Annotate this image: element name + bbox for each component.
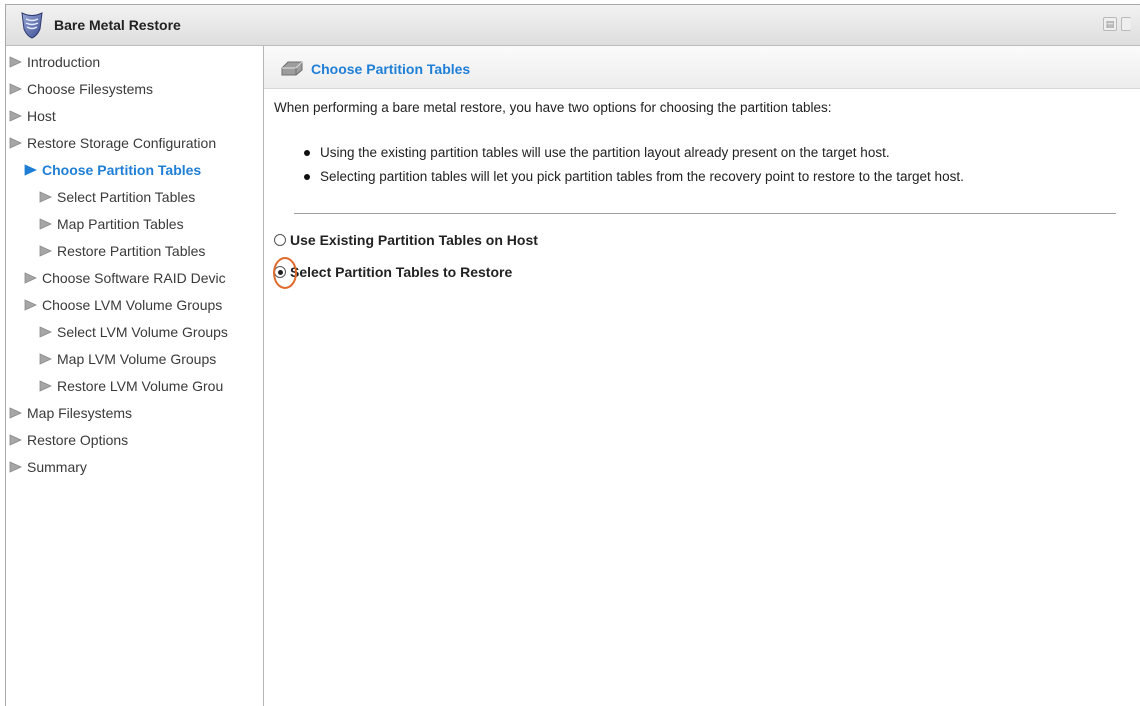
list-item: Using the existing partition tables will… xyxy=(304,145,890,160)
sidebar-item-label: Restore LVM Volume Grou xyxy=(57,378,224,394)
chevron-right-icon xyxy=(24,272,37,284)
sidebar-item[interactable]: Map Partition Tables xyxy=(39,215,184,233)
sidebar-item[interactable]: Host xyxy=(9,107,56,125)
sidebar-item-label: Restore Options xyxy=(27,432,129,448)
chevron-right-icon xyxy=(9,434,22,446)
bullet-icon xyxy=(304,149,310,156)
radio-unchecked-icon[interactable] xyxy=(274,234,286,246)
sidebar-item[interactable]: Choose Partition Tables xyxy=(24,161,201,179)
chevron-right-icon xyxy=(9,461,22,473)
sidebar-item[interactable]: Map LVM Volume Groups xyxy=(39,350,216,368)
chevron-right-icon xyxy=(39,380,52,392)
section-header: Choose Partition Tables xyxy=(264,46,1140,89)
sidebar-item[interactable]: Restore Storage Configuration xyxy=(9,134,216,152)
chevron-right-icon xyxy=(24,164,37,176)
sidebar-item[interactable]: Choose LVM Volume Groups xyxy=(24,296,222,314)
section-title: Choose Partition Tables xyxy=(311,61,471,77)
sidebar-item-label: Introduction xyxy=(27,54,101,70)
chevron-right-icon xyxy=(39,245,52,257)
intro-text: When performing a bare metal restore, yo… xyxy=(274,100,832,115)
sidebar-item-label: Host xyxy=(27,108,56,124)
bullet-icon xyxy=(304,173,310,180)
use-existing-partition-tables-radio[interactable]: Use Existing Partition Tables on Host xyxy=(274,232,538,248)
sidebar-item-label: Choose Partition Tables xyxy=(42,162,202,178)
sidebar-item[interactable]: Choose Software RAID Devic xyxy=(24,269,226,287)
sidebar-item-label: Map LVM Volume Groups xyxy=(57,351,217,367)
shield-icon xyxy=(21,12,43,39)
chevron-right-icon xyxy=(39,191,52,203)
sidebar-item-label: Select LVM Volume Groups xyxy=(57,324,228,340)
sidebar-item-label: Choose LVM Volume Groups xyxy=(42,297,223,313)
sidebar-item-label: Choose Software RAID Devic xyxy=(42,270,226,286)
wizard-step-sidebar: Introduction Choose Filesystems Host Restor… xyxy=(6,46,264,706)
sidebar-item-label: Restore Partition Tables xyxy=(57,243,206,259)
window-title: Bare Metal Restore xyxy=(54,17,181,33)
main-content: Choose Partition Tables When performing … xyxy=(264,46,1140,706)
sidebar-item-label: Map Filesystems xyxy=(27,405,133,421)
sidebar-item-label: Choose Filesystems xyxy=(27,81,154,97)
chevron-right-icon xyxy=(39,218,52,230)
radio-label[interactable]: Select Partition Tables to Restore xyxy=(290,264,512,280)
chevron-right-icon xyxy=(9,137,22,149)
chevron-right-icon xyxy=(24,299,37,311)
window-menu-button[interactable]: ▤ xyxy=(1103,17,1117,31)
sidebar-item[interactable]: Introduction xyxy=(9,53,100,71)
radio-label[interactable]: Use Existing Partition Tables on Host xyxy=(290,232,538,248)
chevron-right-icon xyxy=(9,407,22,419)
sidebar-item-label: Select Partition Tables xyxy=(57,189,196,205)
sidebar-item[interactable]: Restore Partition Tables xyxy=(39,242,205,260)
disk-icon xyxy=(281,61,303,76)
sidebar-item[interactable]: Select LVM Volume Groups xyxy=(39,323,228,341)
chevron-right-icon xyxy=(9,83,22,95)
select-partition-tables-radio[interactable]: Select Partition Tables to Restore xyxy=(274,264,512,280)
sidebar-item-label: Map Partition Tables xyxy=(57,216,184,232)
sidebar-item[interactable]: Summary xyxy=(9,458,87,476)
bullet-text: Selecting partition tables will let you … xyxy=(320,169,964,184)
chevron-right-icon xyxy=(9,56,22,68)
sidebar-item[interactable]: Select Partition Tables xyxy=(39,188,195,206)
title-bar: Bare Metal Restore ▤ xyxy=(6,5,1140,46)
sidebar-item-label: Restore Storage Configuration xyxy=(27,135,217,151)
sidebar-item[interactable]: Choose Filesystems xyxy=(9,80,153,98)
divider xyxy=(294,213,1116,214)
chevron-right-icon xyxy=(39,326,52,338)
sidebar-item-label: Summary xyxy=(27,459,87,475)
sidebar-item[interactable]: Restore Options xyxy=(9,431,128,449)
bullet-text: Using the existing partition tables will… xyxy=(320,145,890,160)
highlight-circle-annotation xyxy=(273,257,297,289)
sidebar-item[interactable]: Restore LVM Volume Grou xyxy=(39,377,223,395)
chevron-right-icon xyxy=(39,353,52,365)
sidebar-item[interactable]: Map Filesystems xyxy=(9,404,132,422)
list-item: Selecting partition tables will let you … xyxy=(304,169,964,184)
bare-metal-restore-window: Bare Metal Restore ▤ Introduction Choose … xyxy=(5,4,1140,706)
chevron-right-icon xyxy=(9,110,22,122)
window-close-button[interactable] xyxy=(1121,17,1131,31)
